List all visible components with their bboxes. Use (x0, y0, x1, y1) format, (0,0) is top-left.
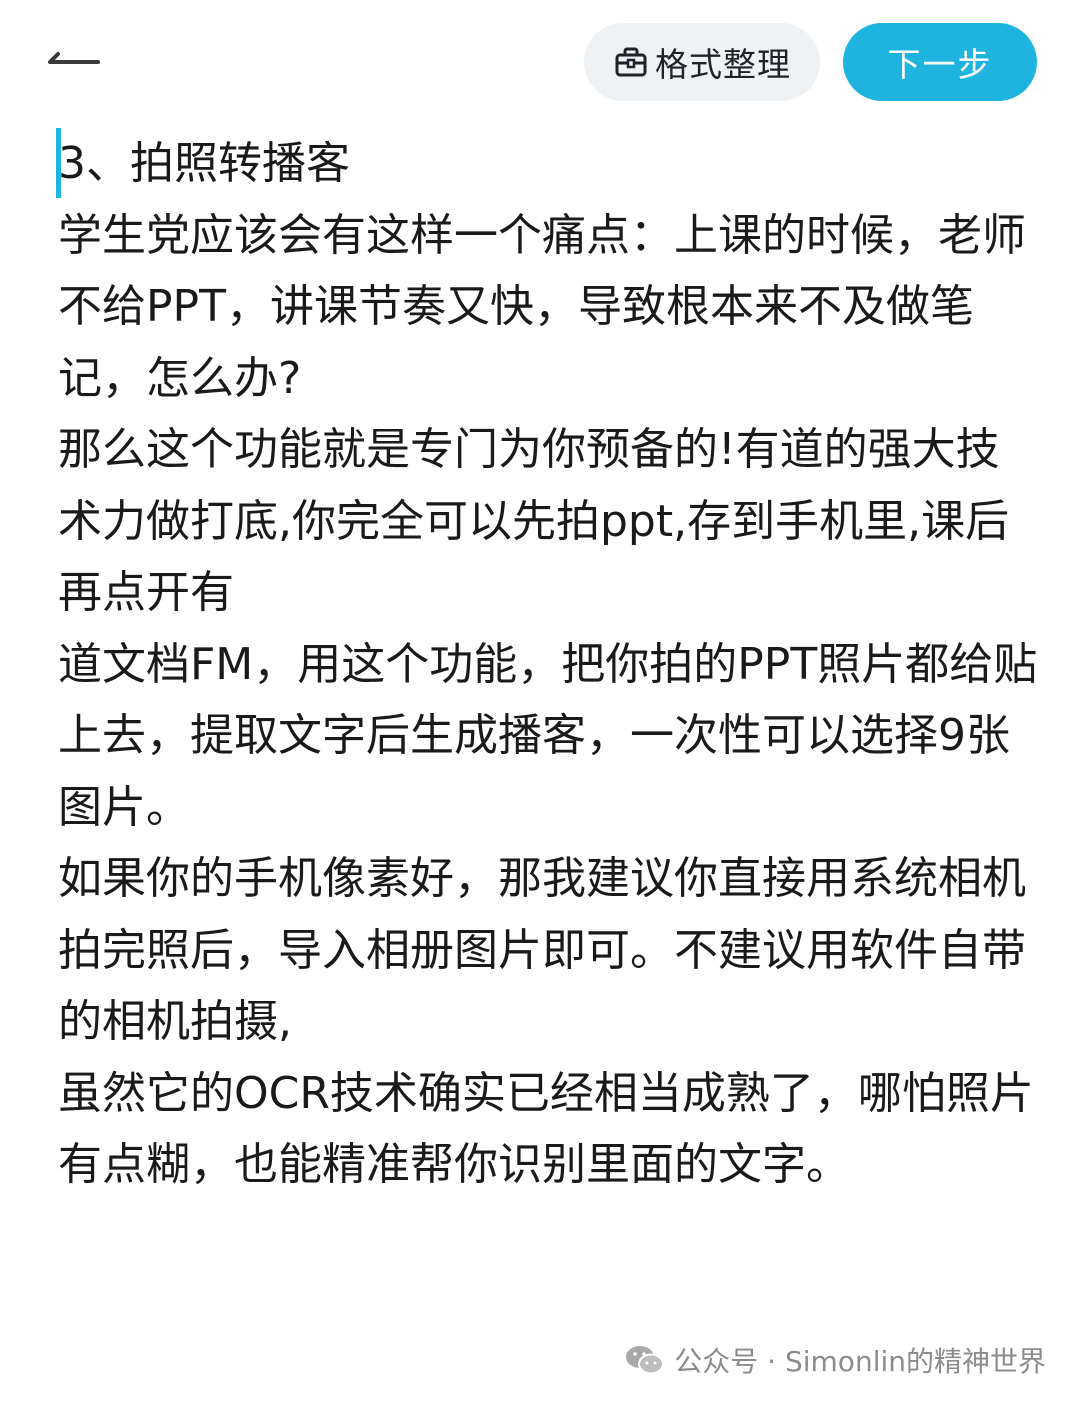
next-step-label: 下一步 (887, 45, 993, 84)
format-tidy-button[interactable]: 格式整理 (584, 23, 820, 101)
paragraph-heading: 3、拍照转播客 (58, 138, 350, 189)
briefcase-icon (613, 44, 649, 80)
paragraph: 虽然它的OCR技术确实已经相当成熟了，哪怕照片有点糊，也能精准帮你识别里面的文字… (58, 1067, 1034, 1191)
format-tidy-label: 格式整理 (655, 45, 791, 84)
paragraph: 道文档FM，用这个功能，把你拍的PPT照片都给贴上去，提取文字后生成播客，一次性… (58, 638, 1038, 833)
text-editor[interactable]: 3、拍照转播客 学生党应该会有这样一个痛点：上课的时候，老师不给PPT，讲课节奏… (56, 128, 1038, 1201)
wechat-icon (624, 1342, 666, 1378)
next-step-button[interactable]: 下一步 (843, 23, 1037, 101)
top-toolbar: 格式整理 下一步 (0, 0, 1080, 118)
text-cursor (56, 128, 61, 198)
paragraph: 学生党应该会有这样一个痛点：上课的时候，老师不给PPT，讲课节奏又快，导致根本来… (58, 209, 1026, 404)
watermark: 公众号 · Simonlin的精神世界 (624, 1338, 1046, 1382)
watermark-text: 公众号 · Simonlin的精神世界 (674, 1345, 1046, 1378)
back-button[interactable] (40, 36, 110, 86)
back-arrow-icon (48, 52, 100, 64)
paragraph: 那么这个功能就是专门为你预备的!有道的强大技术力做打底,你完全可以先拍ppt,存… (58, 424, 1010, 618)
paragraph: 如果你的手机像素好，那我建议你直接用系统相机拍完照后，导入相册图片即可。不建议用… (58, 853, 1026, 1047)
